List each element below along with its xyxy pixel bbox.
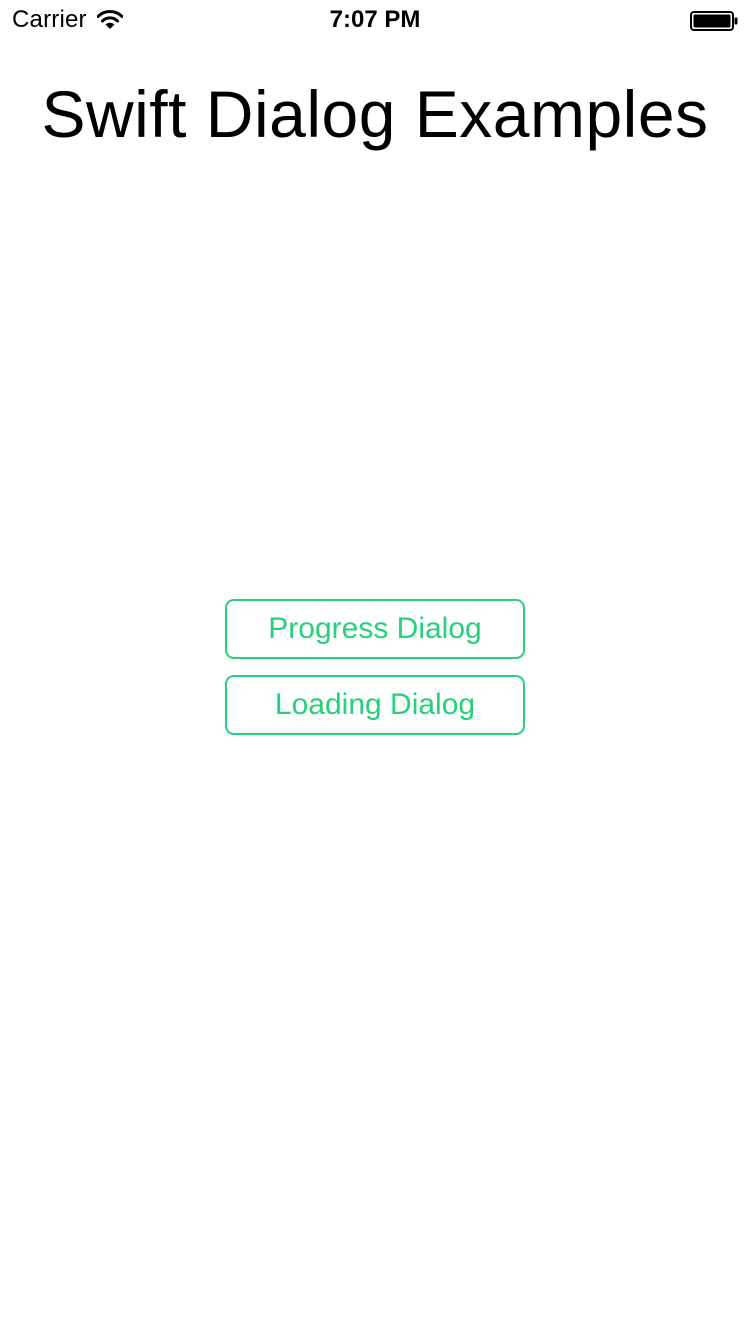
status-bar: Carrier 7:07 PM: [0, 0, 750, 40]
battery-full-icon: [690, 11, 738, 31]
progress-dialog-button[interactable]: Progress Dialog: [225, 599, 525, 659]
page-title: Swift Dialog Examples: [41, 77, 709, 151]
loading-dialog-button[interactable]: Loading Dialog: [225, 675, 525, 735]
status-time: 7:07 PM: [329, 6, 421, 33]
